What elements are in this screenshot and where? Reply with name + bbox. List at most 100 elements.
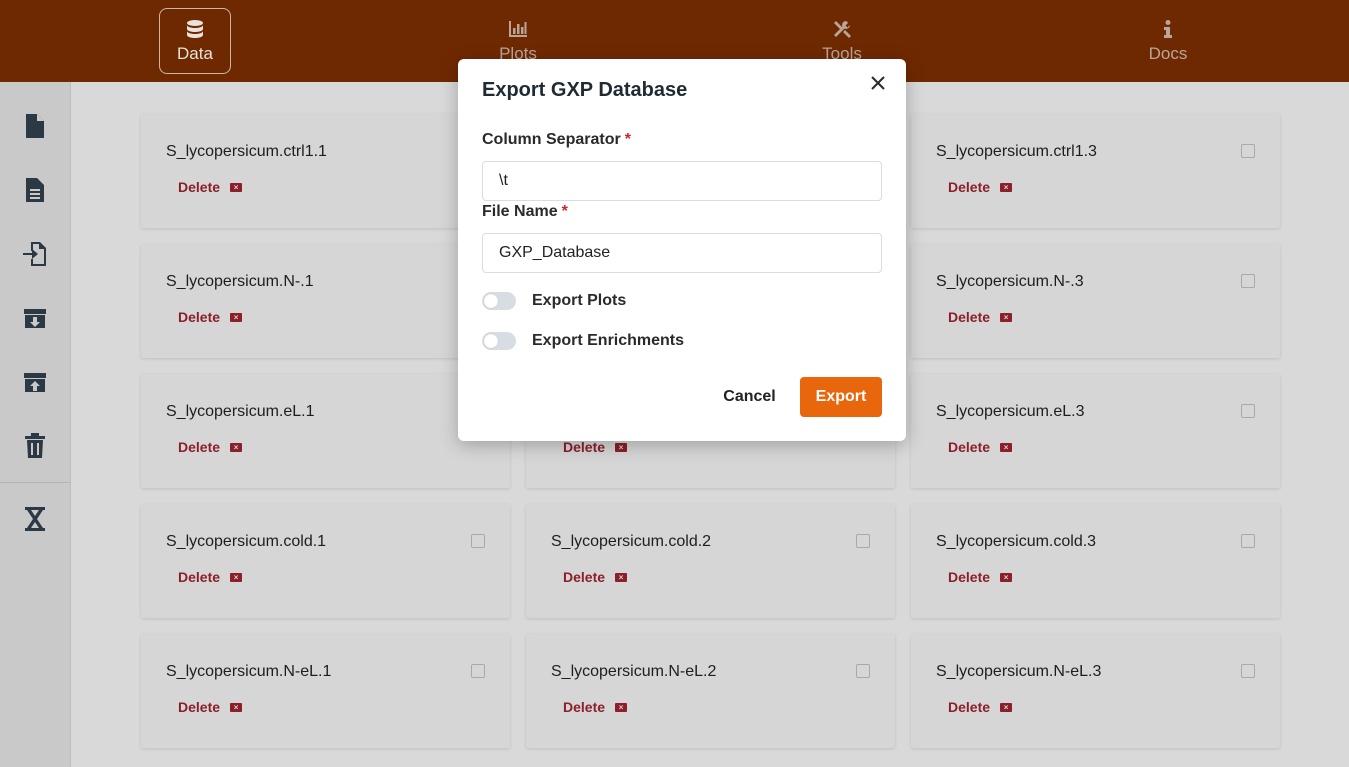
delete-label: Delete — [178, 569, 221, 585]
backspace-icon: × — [1000, 442, 1013, 452]
data-card[interactable]: S_lycopersicum.N-eL.1 Delete × — [141, 634, 510, 748]
delete-button[interactable]: Delete × — [948, 179, 1013, 195]
backspace-icon: × — [230, 572, 243, 582]
card-title: S_lycopersicum.ctrl1.1 — [166, 143, 327, 160]
data-card[interactable]: S_lycopersicum.eL.3 Delete × — [911, 374, 1280, 488]
select-checkbox[interactable] — [471, 534, 485, 548]
export-plots-row: Export Plots — [482, 292, 626, 310]
delete-label: Delete — [948, 309, 991, 325]
delete-button[interactable]: Delete × — [563, 569, 628, 585]
export-enrichments-toggle[interactable] — [482, 332, 516, 350]
required-mark: * — [624, 131, 631, 148]
column-separator-label-text: Column Separator — [482, 131, 621, 148]
nav-label-data: Data — [177, 44, 213, 63]
archive-upload-icon[interactable] — [22, 368, 48, 396]
delete-label: Delete — [948, 569, 991, 585]
data-card[interactable]: S_lycopersicum.N-.1 Delete × — [141, 244, 510, 358]
delete-button[interactable]: Delete × — [948, 439, 1013, 455]
column-separator-label: Column Separator * — [482, 131, 631, 149]
export-plots-toggle[interactable] — [482, 292, 516, 310]
info-icon — [1157, 18, 1179, 40]
toggle-knob — [484, 294, 498, 308]
select-checkbox[interactable] — [471, 664, 485, 678]
export-plots-label: Export Plots — [532, 292, 627, 309]
close-icon[interactable] — [868, 73, 888, 93]
select-checkbox[interactable] — [856, 664, 870, 678]
sidebar-divider — [0, 482, 71, 483]
delete-label: Delete — [178, 309, 221, 325]
card-title: S_lycopersicum.cold.3 — [936, 533, 1097, 550]
backspace-icon: × — [615, 442, 628, 452]
data-card[interactable]: S_lycopersicum.ctrl1.1 Delete × — [141, 114, 510, 228]
export-enrichments-label: Export Enrichments — [532, 332, 685, 349]
backspace-icon: × — [1000, 572, 1013, 582]
card-title: S_lycopersicum.cold.2 — [551, 533, 712, 550]
data-card[interactable]: S_lycopersicum.cold.1 Delete × — [141, 504, 510, 618]
dna-icon[interactable] — [22, 505, 48, 533]
select-checkbox[interactable] — [1241, 144, 1255, 158]
delete-label: Delete — [178, 699, 221, 715]
archive-download-icon[interactable] — [22, 304, 48, 332]
delete-label: Delete — [563, 569, 606, 585]
backspace-icon: × — [1000, 312, 1013, 322]
nav-label-docs: Docs — [1148, 44, 1188, 63]
delete-button[interactable]: Delete × — [563, 439, 628, 455]
delete-label: Delete — [948, 439, 991, 455]
nav-tab-data[interactable]: Data — [159, 8, 231, 74]
data-card[interactable]: S_lycopersicum.N-eL.3 Delete × — [911, 634, 1280, 748]
delete-button[interactable]: Delete × — [948, 309, 1013, 325]
card-title: S_lycopersicum.N-eL.3 — [936, 663, 1102, 680]
export-button[interactable]: Export — [800, 377, 882, 417]
delete-button[interactable]: Delete × — [178, 179, 243, 195]
card-title: S_lycopersicum.eL.3 — [936, 403, 1085, 420]
sidebar — [0, 82, 71, 767]
export-database-modal: Export GXP Database Column Separator* Fi… — [458, 59, 906, 441]
tools-icon — [831, 18, 853, 40]
file-icon[interactable] — [22, 112, 48, 140]
export-enrichments-row: Export Enrichments — [482, 332, 684, 350]
nav-tab-docs[interactable]: Docs — [1132, 8, 1204, 74]
data-card[interactable]: S_lycopersicum.ctrl1.3 Delete × — [911, 114, 1280, 228]
delete-button[interactable]: Delete × — [563, 699, 628, 715]
trash-icon[interactable] — [22, 432, 48, 460]
toggle-knob — [484, 334, 498, 348]
backspace-icon: × — [1000, 702, 1013, 712]
select-checkbox[interactable] — [1241, 534, 1255, 548]
data-card[interactable]: S_lycopersicum.eL.1 Delete × — [141, 374, 510, 488]
delete-button[interactable]: Delete × — [178, 439, 243, 455]
delete-button[interactable]: Delete × — [948, 699, 1013, 715]
card-title: S_lycopersicum.ctrl1.3 — [936, 143, 1097, 160]
delete-label: Delete — [948, 179, 991, 195]
file-text-icon[interactable] — [22, 176, 48, 204]
cancel-button[interactable]: Cancel — [712, 377, 787, 417]
data-card[interactable]: S_lycopersicum.N-eL.2 Delete × — [526, 634, 895, 748]
backspace-icon: × — [615, 702, 628, 712]
file-name-input[interactable] — [482, 233, 882, 273]
select-checkbox[interactable] — [1241, 274, 1255, 288]
file-name-label-text: File Name — [482, 203, 558, 220]
delete-label: Delete — [178, 439, 221, 455]
delete-label: Delete — [563, 439, 606, 455]
card-title: S_lycopersicum.eL.1 — [166, 403, 315, 420]
delete-button[interactable]: Delete × — [178, 699, 243, 715]
backspace-icon: × — [230, 312, 243, 322]
bar-chart-icon — [507, 18, 529, 40]
select-checkbox[interactable] — [1241, 664, 1255, 678]
file-import-icon[interactable] — [22, 240, 48, 268]
card-title: S_lycopersicum.N-eL.1 — [166, 663, 332, 680]
card-title: S_lycopersicum.N-.3 — [936, 273, 1084, 290]
data-card[interactable]: S_lycopersicum.cold.2 Delete × — [526, 504, 895, 618]
delete-button[interactable]: Delete × — [178, 309, 243, 325]
column-separator-input[interactable] — [482, 161, 882, 201]
select-checkbox[interactable] — [856, 534, 870, 548]
delete-label: Delete — [948, 699, 991, 715]
delete-button[interactable]: Delete × — [948, 569, 1013, 585]
database-icon — [184, 18, 206, 40]
select-checkbox[interactable] — [1241, 404, 1255, 418]
delete-button[interactable]: Delete × — [178, 569, 243, 585]
delete-label: Delete — [563, 699, 606, 715]
modal-title: Export GXP Database — [482, 79, 688, 101]
data-card[interactable]: S_lycopersicum.N-.3 Delete × — [911, 244, 1280, 358]
data-card[interactable]: S_lycopersicum.cold.3 Delete × — [911, 504, 1280, 618]
card-title: S_lycopersicum.N-.1 — [166, 273, 314, 290]
